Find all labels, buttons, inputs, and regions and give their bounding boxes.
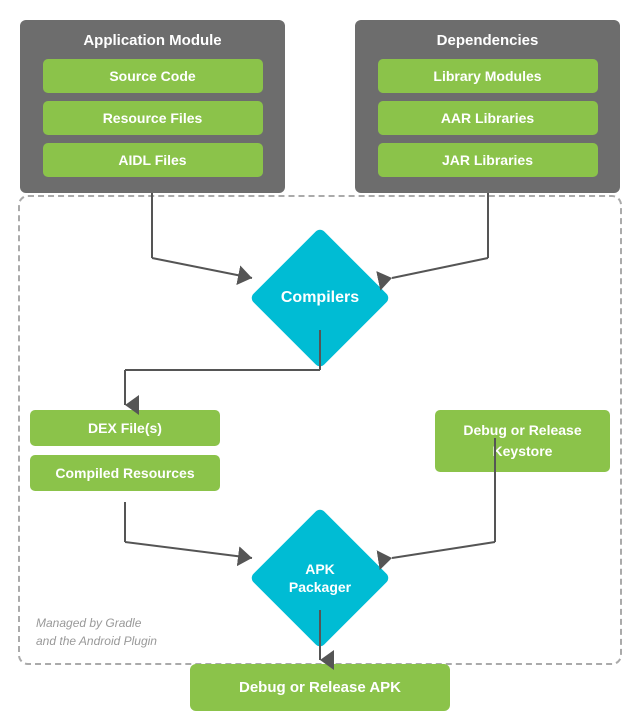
compiled-resources-btn: Compiled Resources	[30, 455, 220, 491]
compilers-diamond-wrapper: Compilers	[250, 228, 390, 368]
dex-files-btn: DEX File(s)	[30, 410, 220, 446]
source-code-btn: Source Code	[43, 59, 263, 93]
library-modules-btn: Library Modules	[378, 59, 598, 93]
aar-libraries-btn: AAR Libraries	[378, 101, 598, 135]
dependencies-title: Dependencies	[437, 32, 539, 49]
app-module-title: Application Module	[83, 32, 221, 49]
diagram-container: Application Module Source Code Resource …	[10, 10, 630, 710]
resource-files-btn: Resource Files	[43, 101, 263, 135]
apk-packager-diamond-wrapper: APK Packager	[250, 508, 390, 648]
dependencies-box: Dependencies Library Modules AAR Librari…	[355, 20, 620, 193]
output-apk-btn: Debug or Release APK	[190, 664, 450, 711]
keystore-btn: Debug or Release Keystore	[435, 410, 610, 472]
compilers-label: Compilers	[281, 289, 359, 307]
app-module-box: Application Module Source Code Resource …	[20, 20, 285, 193]
gradle-note: Managed by Gradle and the Android Plugin	[36, 614, 157, 650]
jar-libraries-btn: JAR Libraries	[378, 143, 598, 177]
aidl-files-btn: AIDL Files	[43, 143, 263, 177]
apk-packager-label: APK Packager	[275, 559, 365, 595]
